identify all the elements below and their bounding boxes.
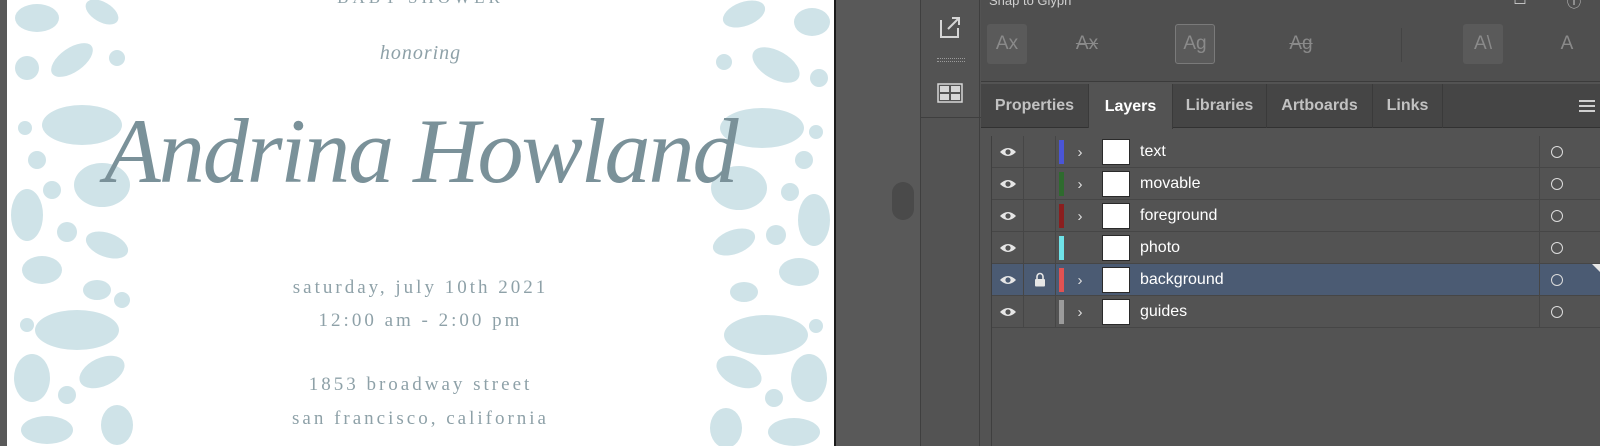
lock-toggle-empty[interactable] <box>1024 200 1056 231</box>
layer-thumbnail <box>1102 299 1130 325</box>
invitation-time[interactable]: 12:00 am - 2:00 pm <box>7 310 834 332</box>
layer-color-swatch <box>1059 140 1064 164</box>
layer-thumbnail <box>1102 171 1130 197</box>
hamburger-menu-icon[interactable] <box>1576 96 1598 116</box>
strip-grip-handle[interactable] <box>937 58 965 62</box>
target-separator <box>1539 200 1540 231</box>
lock-toggle-empty[interactable] <box>1024 232 1056 263</box>
layer-thumbnail <box>1102 267 1130 293</box>
layer-color-swatch <box>1059 268 1064 292</box>
eye-icon[interactable] <box>992 264 1024 295</box>
target-separator <box>1539 136 1540 167</box>
eye-icon[interactable] <box>992 168 1024 199</box>
target-circle-icon[interactable] <box>1551 178 1563 190</box>
snap-baseline-icon[interactable]: Ax <box>987 24 1027 64</box>
snap-x-height-icon[interactable]: Ax <box>1067 24 1107 64</box>
layer-color-swatch <box>1059 204 1064 228</box>
target-circle-icon[interactable] <box>1551 274 1563 286</box>
layer-name[interactable]: text <box>1140 143 1166 161</box>
document-canvas[interactable]: BABY SHOWER honoring Andrina Howland sat… <box>0 0 836 446</box>
snap-to-glyph-title: Snap to Glyph <box>989 0 1072 8</box>
target-separator <box>1539 168 1540 199</box>
invitation-header[interactable]: BABY SHOWER <box>7 0 834 8</box>
glyph-options-icon[interactable]: ▭ <box>1509 0 1531 10</box>
snap-proximity-guides-icon[interactable]: Ag <box>1281 24 1321 64</box>
layer-row-movable[interactable]: › movable <box>992 168 1600 200</box>
chevron-right-icon[interactable]: › <box>1072 174 1088 194</box>
collapsed-panel-strip <box>920 0 981 446</box>
selection-indicator <box>1592 264 1600 273</box>
target-circle-icon[interactable] <box>1551 306 1563 318</box>
layer-name[interactable]: photo <box>1140 239 1180 257</box>
lock-toggle-empty[interactable] <box>1024 168 1056 199</box>
layer-color-swatch <box>1059 300 1064 324</box>
target-circle-icon[interactable] <box>1551 146 1563 158</box>
snap-separator <box>1401 28 1402 62</box>
chevron-right-icon[interactable]: › <box>1072 302 1088 322</box>
layer-name[interactable]: foreground <box>1140 207 1217 225</box>
lock-toggle-empty[interactable] <box>1024 296 1056 327</box>
panel-tab-bar: Properties Layers Libraries Artboards Li… <box>981 84 1600 129</box>
target-separator <box>1539 296 1540 327</box>
info-icon[interactable]: ⓘ <box>1563 0 1585 10</box>
eye-icon[interactable] <box>992 136 1024 167</box>
invitation-city[interactable]: san francisco, california <box>7 408 834 430</box>
tab-links[interactable]: Links <box>1373 84 1443 128</box>
layer-color-swatch <box>1059 236 1064 260</box>
tab-libraries[interactable]: Libraries <box>1173 84 1267 128</box>
artboards-grid-icon[interactable] <box>929 72 971 114</box>
layer-name[interactable]: guides <box>1140 303 1187 321</box>
layer-row-background[interactable]: › background <box>992 264 1600 296</box>
canvas-scroll-gutter <box>836 0 920 446</box>
snap-angular-guides-icon[interactable]: A\ <box>1463 24 1503 64</box>
snap-to-glyph-section: Snap to Glyph ▭ ⓘ Ax Ax Ag Ag A\ A <box>981 0 1600 82</box>
invitation-date[interactable]: saturday, july 10th 2021 <box>7 277 834 299</box>
invitation-honoring[interactable]: honoring <box>7 42 834 65</box>
layer-row-photo[interactable]: photo <box>992 232 1600 264</box>
tab-properties[interactable]: Properties <box>981 84 1089 128</box>
eye-icon[interactable] <box>992 232 1024 263</box>
snap-glyph-bounds-icon[interactable]: Ag <box>1175 24 1215 64</box>
target-separator <box>1539 232 1540 263</box>
layer-thumbnail <box>1102 203 1130 229</box>
layer-thumbnail <box>1102 235 1130 261</box>
eye-icon[interactable] <box>992 200 1024 231</box>
lock-toggle-empty[interactable] <box>1024 136 1056 167</box>
layer-name[interactable]: background <box>1140 271 1224 289</box>
eye-icon[interactable] <box>992 296 1024 327</box>
snap-anchor-point-icon[interactable]: A <box>1547 24 1587 64</box>
chevron-right-icon[interactable]: › <box>1072 142 1088 162</box>
tab-artboards[interactable]: Artboards <box>1267 84 1373 128</box>
layer-name[interactable]: movable <box>1140 175 1200 193</box>
layer-row-guides[interactable]: › guides <box>992 296 1600 328</box>
lock-icon[interactable] <box>1024 264 1056 295</box>
layer-color-swatch <box>1059 172 1064 196</box>
strip-separator <box>921 117 981 118</box>
target-circle-icon[interactable] <box>1551 210 1563 222</box>
chevron-right-icon[interactable]: › <box>1072 270 1088 290</box>
export-icon[interactable] <box>929 6 971 48</box>
target-circle-icon[interactable] <box>1551 242 1563 254</box>
layer-row-text[interactable]: › text <box>992 136 1600 168</box>
layer-thumbnail <box>1102 139 1130 165</box>
chevron-right-icon[interactable]: › <box>1072 206 1088 226</box>
vertical-scrollbar-thumb[interactable] <box>892 182 914 220</box>
artboard[interactable]: BABY SHOWER honoring Andrina Howland sat… <box>7 0 836 446</box>
right-panel: Snap to Glyph ▭ ⓘ Ax Ax Ag Ag A\ A Prope… <box>981 0 1600 446</box>
target-separator <box>1539 264 1540 295</box>
invitation-street[interactable]: 1853 broadway street <box>7 374 834 396</box>
layers-list: › text › movable › foreground photo › ba… <box>991 136 1600 446</box>
tab-layers[interactable]: Layers <box>1089 84 1173 129</box>
invitation-honoree-name[interactable]: Andrina Howland <box>7 98 834 204</box>
layer-row-foreground[interactable]: › foreground <box>992 200 1600 232</box>
